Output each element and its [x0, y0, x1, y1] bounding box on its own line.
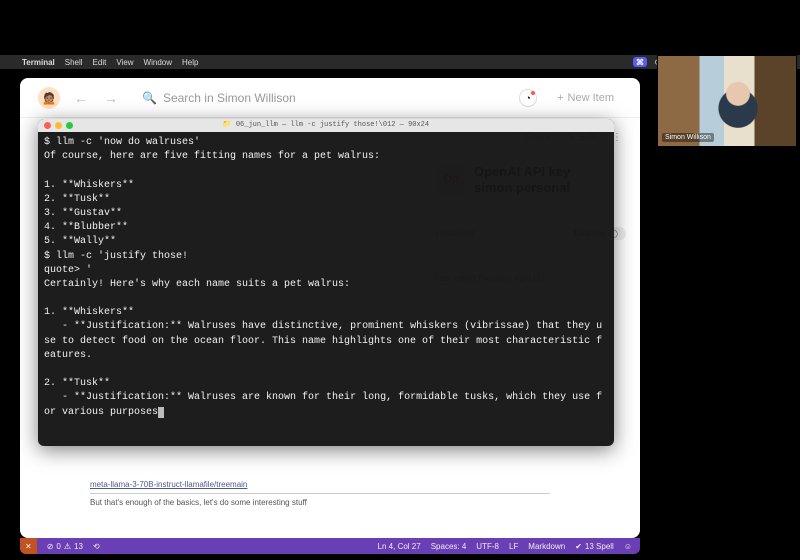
search-input[interactable]: 🔍 Search in Simon Willison — [132, 85, 507, 111]
new-item-button[interactable]: + New Item — [549, 88, 622, 108]
status-errors[interactable]: ⊘ 0 ⚠ 13 — [47, 542, 83, 551]
terminal-titlebar[interactable]: 📁 06_jun_llm — llm -c justify those!\012… — [38, 119, 614, 132]
close-window-button[interactable] — [44, 122, 51, 129]
menubar-item-window[interactable]: Window — [144, 58, 172, 67]
terminal-title: 📁 06_jun_llm — llm -c justify those!\012… — [223, 121, 429, 131]
terminal-line: 2. **Tusk** — [44, 378, 110, 389]
status-indent[interactable]: Spaces: 4 — [431, 542, 467, 551]
search-placeholder: Search in Simon Willison — [163, 91, 296, 105]
back-button[interactable]: ← — [72, 90, 90, 106]
menubar-status-pill-icon[interactable]: ⌘ — [633, 57, 647, 67]
terminal-line: Certainly! Here's why each name suits a … — [44, 279, 350, 290]
browser-toolbar: 🙍🏽 ← → 🔍 Search in Simon Willison ◔ + Ne… — [20, 78, 640, 118]
plus-icon: + — [557, 92, 563, 104]
status-language[interactable]: Markdown — [528, 542, 565, 551]
divider — [90, 493, 550, 494]
editor-statusbar: ✕ ⊘ 0 ⚠ 13 ⟲ Ln 4, Col 27 Spaces: 4 UTF-… — [20, 538, 640, 554]
status-eol[interactable]: LF — [509, 542, 518, 551]
status-cursor-position[interactable]: Ln 4, Col 27 — [378, 542, 421, 551]
error-icon: ⊘ — [47, 542, 54, 551]
menubar-item-view[interactable]: View — [116, 58, 133, 67]
terminal-line: 1. **Whiskers** — [44, 307, 134, 318]
terminal-line: 1. **Whiskers** — [44, 180, 134, 191]
terminal-line: $ llm -c 'now do walruses' — [44, 137, 200, 148]
notifications-button[interactable]: ◔ — [519, 89, 537, 107]
status-sync-icon[interactable]: ⟲ — [93, 542, 100, 551]
terminal-line: 5. **Wally** — [44, 236, 116, 247]
terminal-line: quote> ' — [44, 265, 92, 276]
status-close-icon[interactable]: ✕ — [20, 538, 37, 554]
terminal-line: 2. **Tusk** — [44, 194, 110, 205]
terminal-line: $ llm -c 'justify those! — [44, 251, 188, 262]
status-encoding[interactable]: UTF-8 — [476, 542, 499, 551]
warning-icon: ⚠ — [64, 542, 71, 551]
zoom-window-button[interactable] — [66, 122, 73, 129]
terminal-line: Of course, here are five fitting names f… — [44, 151, 380, 162]
search-icon: 🔍 — [142, 91, 157, 105]
doc-link[interactable]: meta-llama-3-70B-instruct-llamafile/tree… — [90, 480, 550, 489]
terminal-line: - **Justification:** Walruses have disti… — [44, 321, 602, 360]
terminal-window[interactable]: 📁 06_jun_llm — llm -c justify those!\012… — [38, 119, 614, 446]
participant-name: Simon Willison — [662, 133, 714, 142]
terminal-line: 3. **Gustav** — [44, 208, 122, 219]
menubar-app-name[interactable]: Terminal — [22, 58, 55, 67]
status-spell[interactable]: ✔ 13 Spell — [575, 542, 614, 551]
menubar-item-shell[interactable]: Shell — [65, 58, 83, 67]
terminal-body[interactable]: $ llm -c 'now do walruses' Of course, he… — [38, 132, 614, 424]
editor-document-peek: meta-llama-3-70B-instruct-llamafile/tree… — [40, 474, 600, 532]
video-call-pip[interactable]: Simon Willison — [657, 55, 797, 147]
menubar-item-edit[interactable]: Edit — [93, 58, 107, 67]
doc-text: But that's enough of the basics, let's d… — [90, 498, 550, 507]
terminal-cursor — [158, 407, 164, 418]
terminal-line: - **Justification:** Walruses are known … — [44, 392, 602, 417]
status-feedback-icon[interactable]: ☺ — [624, 542, 632, 551]
window-controls — [44, 122, 73, 129]
terminal-line: 4. **Blubber** — [44, 222, 128, 233]
new-item-label: New Item — [568, 92, 614, 104]
minimize-window-button[interactable] — [55, 122, 62, 129]
forward-button[interactable]: → — [102, 90, 120, 106]
menubar-item-help[interactable]: Help — [182, 58, 198, 67]
avatar[interactable]: 🙍🏽 — [38, 87, 60, 109]
